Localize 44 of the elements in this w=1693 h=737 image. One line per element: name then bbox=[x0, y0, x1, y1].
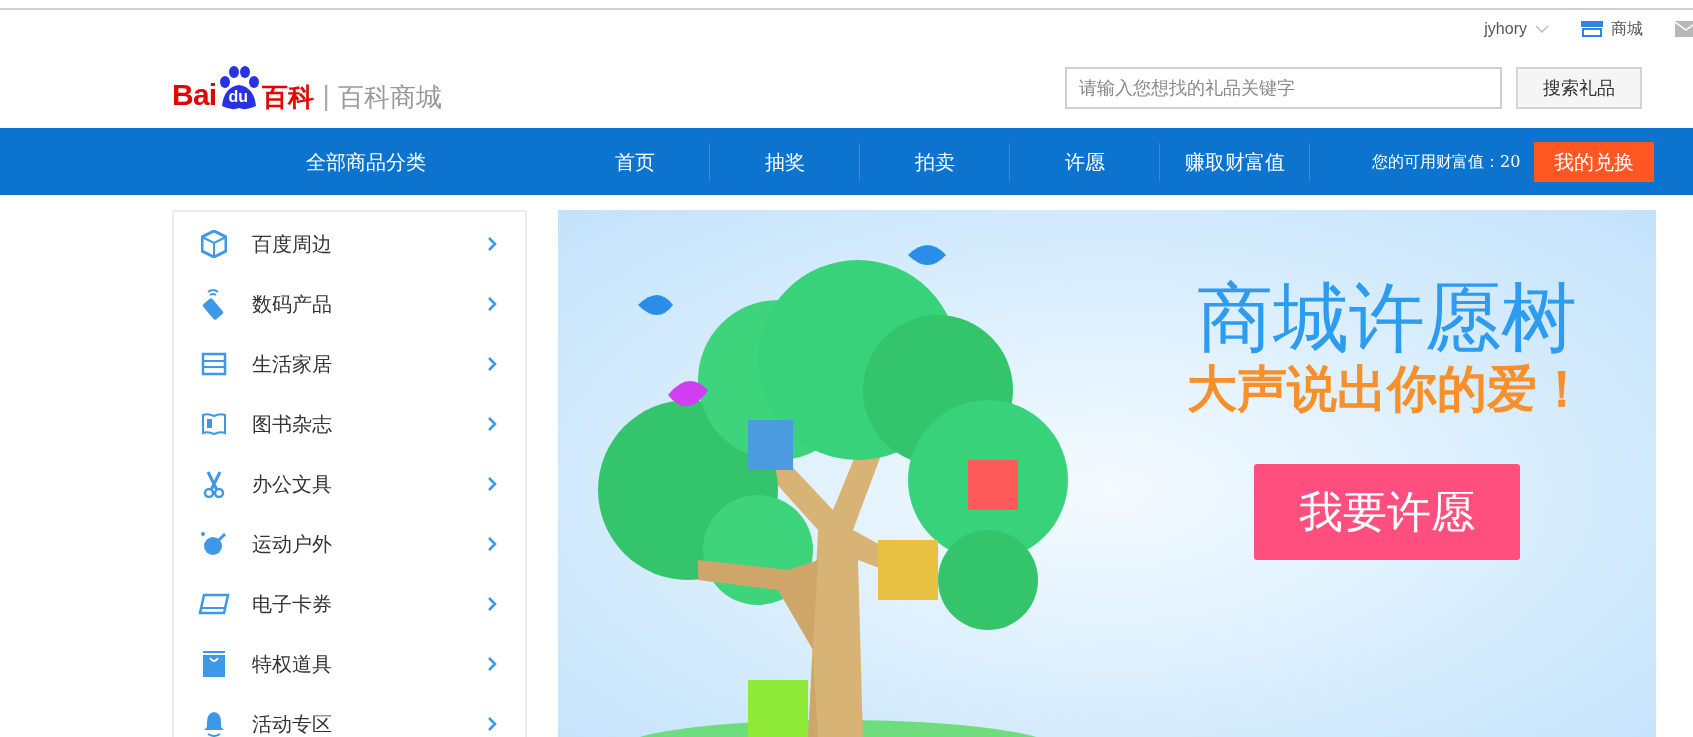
box-icon bbox=[201, 230, 227, 258]
category-item[interactable]: 电子卡券 bbox=[252, 589, 332, 619]
chevron-right-icon[interactable] bbox=[487, 597, 497, 611]
cabinet-icon bbox=[201, 352, 227, 376]
wealth-balance: 您的可用财富值：20 bbox=[1372, 150, 1521, 173]
category-menu-title[interactable]: 全部商品分类 bbox=[306, 146, 426, 177]
card-icon bbox=[198, 593, 230, 615]
category-item[interactable]: 活动专区 bbox=[252, 709, 332, 737]
nav-link[interactable]: 抽奖 bbox=[764, 146, 805, 177]
banner-subtitle: 大声说出你的爱！ bbox=[1187, 364, 1587, 414]
category-item[interactable]: 百度周边 bbox=[252, 229, 332, 259]
search-field[interactable]: 请输入您想找的礼品关键字 bbox=[1065, 67, 1502, 109]
storefront-icon[interactable] bbox=[1581, 21, 1603, 37]
chevron-right-icon[interactable] bbox=[487, 537, 497, 551]
chevron-right-icon[interactable] bbox=[487, 657, 497, 671]
category-item[interactable]: 特权道具 bbox=[252, 649, 332, 679]
mail-icon[interactable] bbox=[1675, 21, 1693, 37]
logo-separator: | bbox=[322, 82, 330, 110]
book-icon bbox=[201, 412, 227, 436]
nav-link[interactable]: 首页 bbox=[614, 146, 655, 177]
category-item[interactable]: 图书杂志 bbox=[252, 409, 332, 439]
search-button[interactable]: 搜索礼品 bbox=[1516, 67, 1642, 109]
chevron-right-icon[interactable] bbox=[487, 237, 497, 251]
chevron-right-icon[interactable] bbox=[487, 357, 497, 371]
scissors-icon bbox=[202, 470, 226, 498]
category-item[interactable]: 生活家居 bbox=[252, 349, 332, 379]
chevron-right-icon[interactable] bbox=[487, 717, 497, 731]
category-item[interactable]: 办公文具 bbox=[252, 469, 332, 499]
username[interactable]: jyhory bbox=[1484, 17, 1527, 41]
banner-title: 商城许愿树 bbox=[1197, 280, 1577, 356]
chevron-right-icon[interactable] bbox=[487, 297, 497, 311]
nav-link[interactable]: 拍卖 bbox=[914, 146, 955, 177]
mall-link[interactable]: 商城 bbox=[1611, 17, 1643, 41]
chevron-right-icon[interactable] bbox=[487, 477, 497, 491]
bag-icon bbox=[201, 650, 227, 678]
ball-icon bbox=[200, 531, 228, 557]
chevron-right-icon[interactable] bbox=[487, 417, 497, 431]
category-item[interactable]: 运动户外 bbox=[252, 529, 332, 559]
chevron-down-icon[interactable] bbox=[1535, 25, 1549, 33]
logo-subtitle: 百科商城 bbox=[337, 84, 442, 110]
category-item[interactable]: 数码产品 bbox=[252, 289, 332, 319]
baidu-logo[interactable]: Bai du 百科 bbox=[172, 66, 315, 110]
nav-link[interactable]: 许愿 bbox=[1064, 146, 1105, 177]
nav-link[interactable]: 赚取财富值 bbox=[1184, 146, 1285, 177]
